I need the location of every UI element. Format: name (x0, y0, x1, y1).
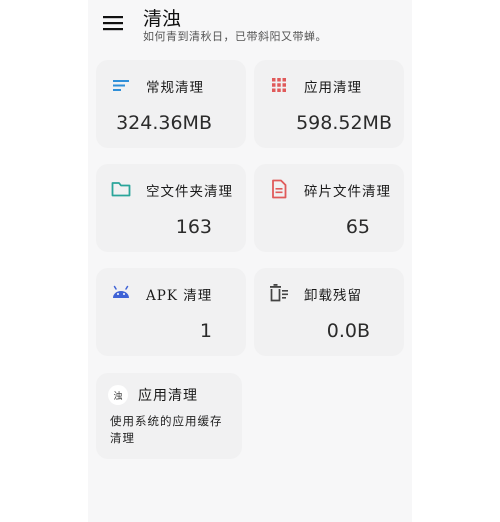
app-clean-card[interactable]: 应用清理 598.52MB (254, 60, 404, 148)
card-label: 卸载残留 (304, 288, 362, 304)
card-value: 1 (199, 320, 212, 342)
card-label: 碎片文件清理 (304, 184, 391, 200)
document-icon (272, 179, 287, 199)
app-badge-icon: 浊 (108, 385, 128, 405)
card-value: 0.0B (326, 320, 370, 342)
app-subtitle: 如何青到清秋日，已带斜阳又带蝉。 (143, 30, 327, 43)
uninstall-residue-card[interactable]: 卸载残留 0.0B (254, 268, 404, 356)
card-value: 324.36MB (116, 112, 212, 134)
app-title: 清浊 (143, 8, 182, 30)
empty-folder-clean-card[interactable]: 空文件夹清理 163 (96, 164, 246, 252)
card-value: 598.52MB (296, 112, 392, 134)
card-label: 应用清理 (138, 388, 198, 404)
android-icon (113, 285, 129, 298)
fragment-file-clean-card[interactable]: 碎片文件清理 65 (254, 164, 404, 252)
uninstall-trash-icon (270, 284, 288, 302)
menu-icon[interactable] (102, 12, 124, 34)
card-label: 空文件夹清理 (146, 184, 233, 200)
regular-clean-card[interactable]: 常规清理 324.36MB (96, 60, 246, 148)
apk-clean-card[interactable]: APK 清理 1 (96, 268, 246, 356)
card-label: 应用清理 (304, 80, 362, 96)
card-description: 使用系统的应用缓存清理 (110, 414, 223, 445)
card-value: 65 (345, 216, 370, 238)
folder-icon (111, 182, 131, 197)
list-lines-icon (113, 80, 129, 91)
system-cache-clean-card[interactable]: 浊 应用清理 使用系统的应用缓存清理 (96, 373, 242, 459)
card-label: APK 清理 (146, 288, 213, 304)
grid-dots-icon (272, 78, 286, 92)
card-value: 163 (175, 216, 212, 238)
card-label: 常规清理 (146, 80, 204, 96)
